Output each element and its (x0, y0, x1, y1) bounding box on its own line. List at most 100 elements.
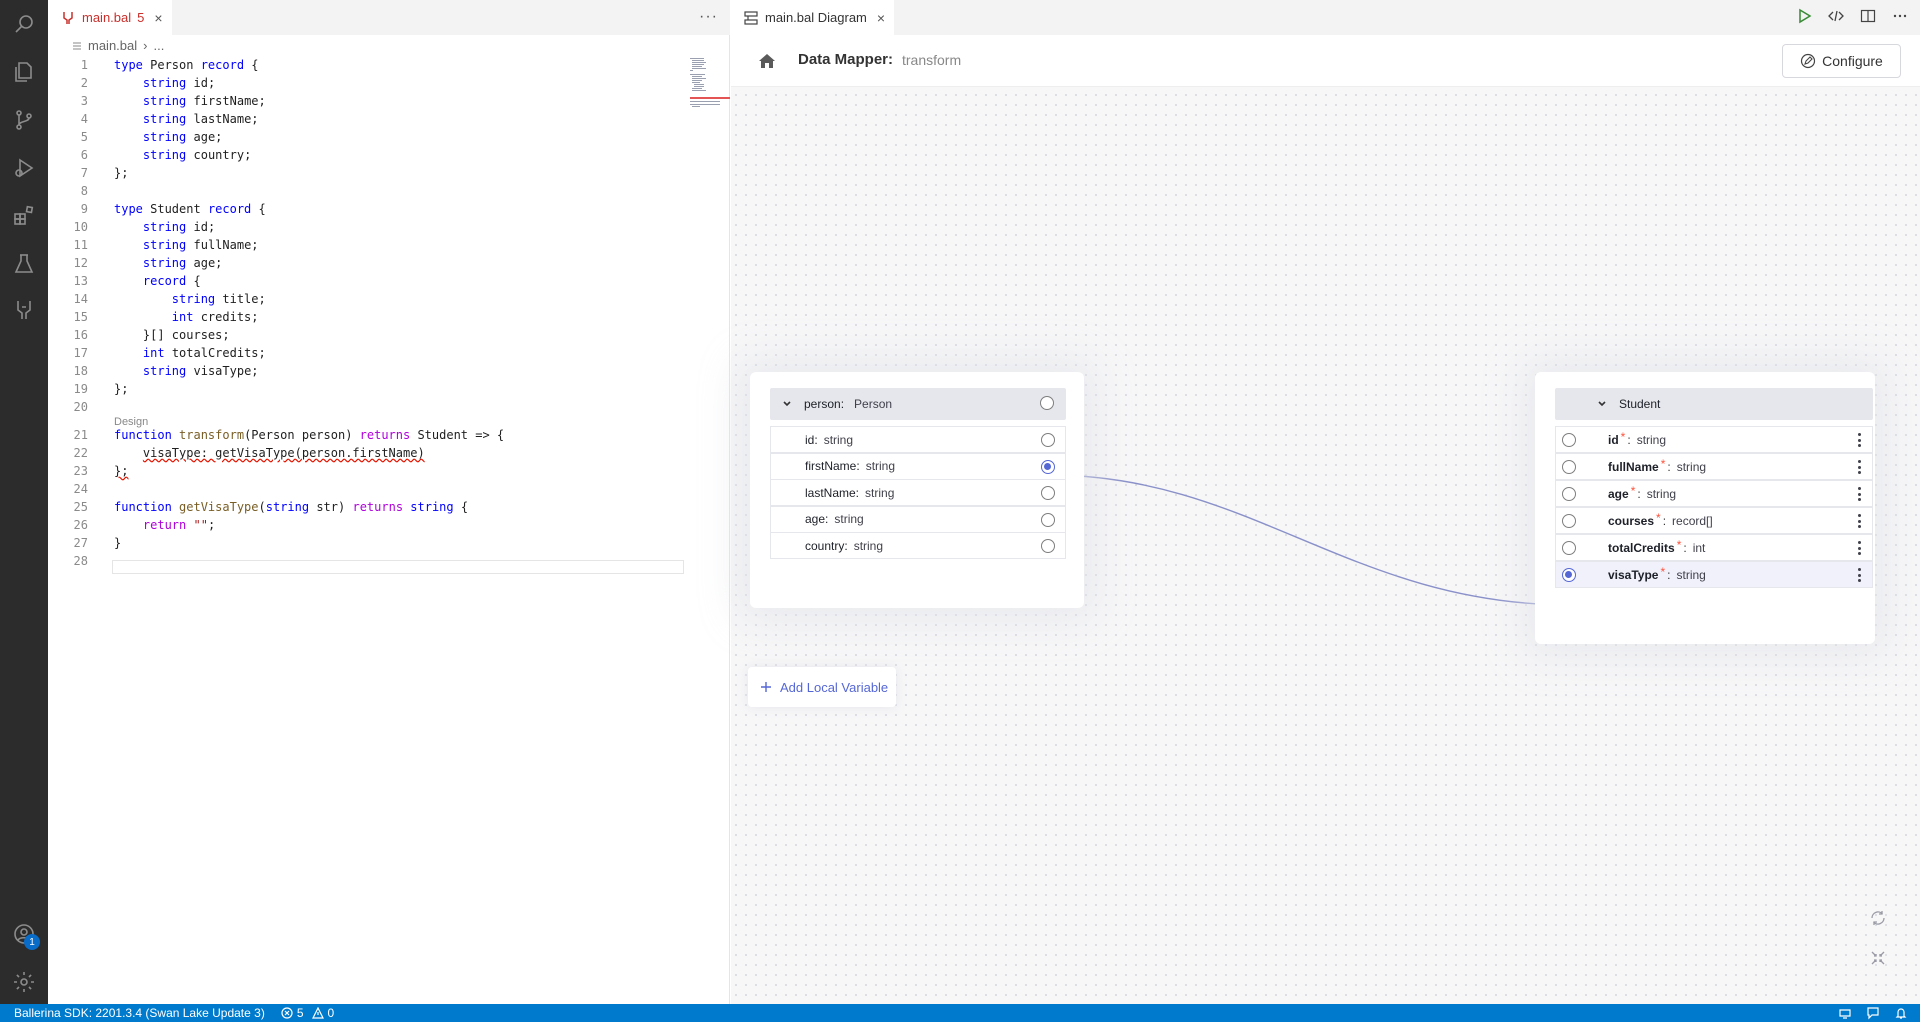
tab-main-bal[interactable]: main.bal 5 × (48, 0, 172, 35)
line-content[interactable]: string fullName; (114, 236, 259, 254)
code-line[interactable]: 26 return ""; (48, 516, 648, 534)
field-output-port[interactable] (1041, 512, 1055, 527)
tab-close-icon[interactable]: × (154, 10, 162, 26)
code-line[interactable]: 11 string fullName; (48, 236, 648, 254)
field-input-port[interactable] (1562, 487, 1576, 501)
code-line[interactable]: 27} (48, 534, 648, 552)
line-content[interactable]: }[] courses; (114, 326, 230, 344)
code-line[interactable]: 21 function transform(Person person) retu… (48, 426, 648, 444)
code-line[interactable]: 1 type Person record { (48, 56, 648, 74)
target-field[interactable]: courses *: record[] (1555, 507, 1873, 534)
target-field[interactable]: id *: string (1555, 426, 1873, 453)
run-debug-icon[interactable] (12, 156, 36, 180)
line-content[interactable]: string firstName; (114, 92, 266, 110)
code-line[interactable]: 18 string visaType; (48, 362, 648, 380)
line-content[interactable]: string visaType; (114, 362, 259, 380)
more-actions-icon[interactable] (1892, 8, 1908, 24)
code-line[interactable]: 9 type Student record { (48, 200, 648, 218)
code-line[interactable]: 15 int credits; (48, 308, 648, 326)
source-field[interactable]: age: string (770, 505, 1066, 533)
breadcrumb-symbol[interactable]: ... (153, 38, 164, 53)
line-content[interactable]: }; (114, 462, 128, 480)
line-content[interactable]: } (114, 534, 121, 552)
code-lines[interactable]: 1 type Person record {2 string id; 3 strin… (48, 56, 648, 570)
ballerina-icon[interactable] (12, 298, 36, 322)
line-content[interactable]: int totalCredits; (114, 344, 266, 362)
target-field[interactable]: visaType *: string (1555, 561, 1873, 588)
code-line[interactable]: 4 string lastName; (48, 110, 648, 128)
field-input-port[interactable] (1562, 514, 1576, 528)
code-line[interactable]: 7}; (48, 164, 648, 182)
split-editor-icon[interactable] (1860, 8, 1876, 24)
line-content[interactable]: string id; (114, 74, 215, 92)
chevron-down-icon[interactable] (782, 399, 792, 409)
code-line[interactable]: 5 string age; (48, 128, 648, 146)
fit-to-screen-icon[interactable] (1864, 944, 1892, 972)
remote-icon[interactable] (1838, 1006, 1852, 1020)
settings-gear-icon[interactable] (12, 970, 36, 994)
field-input-port[interactable] (1562, 460, 1576, 474)
field-menu-icon[interactable] (1858, 541, 1862, 555)
code-line[interactable]: 3 string firstName; (48, 92, 648, 110)
line-content[interactable]: string age; (114, 254, 222, 272)
line-content[interactable]: string id; (114, 218, 215, 236)
line-content[interactable]: }; (114, 164, 128, 182)
home-icon[interactable] (757, 51, 777, 71)
code-line[interactable]: 24 (48, 480, 648, 498)
code-line[interactable]: 10 string id; (48, 218, 648, 236)
field-menu-icon[interactable] (1858, 487, 1862, 501)
field-menu-icon[interactable] (1858, 568, 1862, 582)
code-line[interactable]: 23}; (48, 462, 648, 480)
configure-button[interactable]: Configure (1782, 44, 1901, 78)
line-content[interactable]: record { (114, 272, 201, 290)
source-field[interactable]: country: string (770, 532, 1066, 559)
code-line[interactable]: 12 string age; (48, 254, 648, 272)
feedback-icon[interactable] (1866, 1006, 1880, 1020)
source-root-port[interactable] (1040, 396, 1054, 410)
breadcrumb-file[interactable]: main.bal (88, 38, 137, 53)
target-node-header[interactable]: Student (1555, 388, 1873, 420)
line-content[interactable]: int credits; (114, 308, 259, 326)
code-line[interactable]: 13 record { (48, 272, 648, 290)
target-field[interactable]: fullName *: string (1555, 453, 1873, 480)
field-input-port[interactable] (1562, 541, 1576, 555)
code-line[interactable]: 2 string id; (48, 74, 648, 92)
field-menu-icon[interactable] (1858, 433, 1862, 447)
code-line[interactable]: 28 (48, 552, 648, 570)
code-line[interactable]: 6 string country; (48, 146, 648, 164)
extensions-icon[interactable] (12, 204, 36, 228)
line-content[interactable]: string lastName; (114, 110, 259, 128)
source-field[interactable]: firstName: string (770, 452, 1066, 480)
line-content[interactable]: string age; (114, 128, 222, 146)
source-node-header[interactable]: person: Person (770, 388, 1066, 420)
field-output-port[interactable] (1041, 433, 1055, 447)
search-icon[interactable] (12, 12, 36, 36)
sdk-version[interactable]: Ballerina SDK: 2201.3.4 (Swan Lake Updat… (14, 1006, 265, 1020)
chevron-down-icon[interactable] (1597, 399, 1607, 409)
code-line[interactable]: 22 visaType: getVisaType(person.firstNam… (48, 444, 648, 462)
testing-icon[interactable] (12, 252, 36, 276)
line-content[interactable]: return ""; (114, 516, 215, 534)
diagram-tab-close-icon[interactable]: × (877, 10, 885, 26)
line-content[interactable]: string title; (114, 290, 266, 308)
line-content[interactable]: type Student record { (114, 200, 266, 218)
code-line[interactable]: 20 (48, 398, 648, 416)
field-menu-icon[interactable] (1858, 460, 1862, 474)
more-actions-icon[interactable]: ··· (699, 8, 718, 26)
refresh-icon[interactable] (1864, 904, 1892, 932)
code-line[interactable]: 25 function getVisaType(string str) retur… (48, 498, 648, 516)
problems-indicator[interactable]: 5 0 (281, 1006, 334, 1020)
target-field[interactable]: totalCredits *: int (1555, 534, 1873, 561)
field-output-port[interactable] (1041, 486, 1055, 500)
field-input-port[interactable] (1562, 568, 1576, 582)
explorer-icon[interactable] (12, 60, 36, 84)
add-local-variable-button[interactable]: Add Local Variable (748, 667, 896, 707)
run-icon[interactable] (1796, 8, 1812, 24)
code-line[interactable]: 19}; (48, 380, 648, 398)
field-output-port[interactable] (1041, 539, 1055, 553)
code-line[interactable]: 14 string title; (48, 290, 648, 308)
field-output-port[interactable] (1041, 459, 1055, 474)
source-field[interactable]: lastName: string (770, 479, 1066, 506)
line-content[interactable]: visaType: getVisaType(person.firstName) (114, 444, 425, 462)
show-source-icon[interactable] (1828, 8, 1844, 24)
